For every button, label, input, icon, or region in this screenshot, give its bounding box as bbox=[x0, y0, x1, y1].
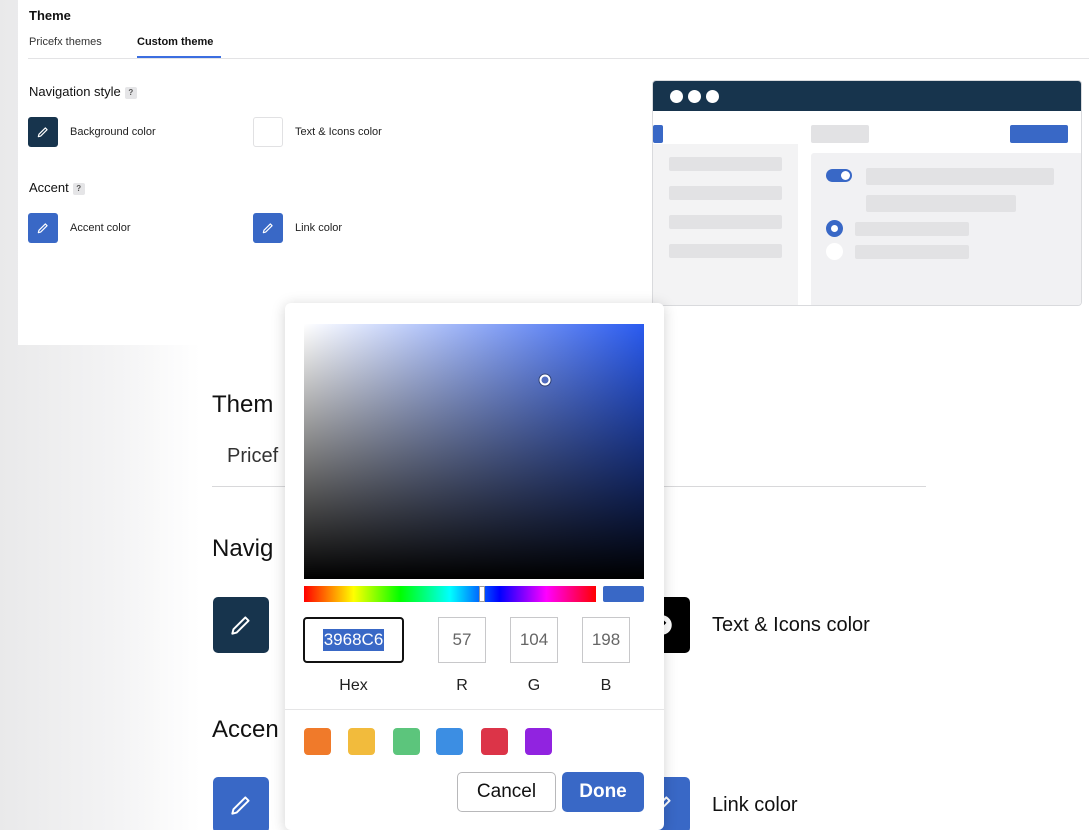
preview-sidebar-header bbox=[653, 111, 798, 144]
preview-header-block bbox=[811, 125, 869, 143]
cancel-button[interactable]: Cancel bbox=[457, 772, 556, 812]
preset-swatch-blue[interactable] bbox=[436, 728, 463, 755]
help-icon[interactable]: ? bbox=[124, 87, 137, 99]
saturation-brightness-area[interactable] bbox=[304, 324, 644, 579]
navigation-style-heading: Navigation style? bbox=[29, 84, 137, 99]
bg-tab-pricefx-themes[interactable]: Pricef bbox=[227, 445, 278, 468]
hex-value: 3968C6 bbox=[322, 629, 385, 651]
theme-preview bbox=[652, 80, 1082, 306]
color-picker-popup: 3968C6 57 104 198 Hex R G B Cancel Done bbox=[285, 303, 664, 830]
pencil-icon bbox=[262, 223, 273, 234]
preview-sidebar-item bbox=[669, 157, 782, 171]
preview-radio-unchecked-icon bbox=[826, 243, 843, 260]
text-icons-color-label: Text & Icons color bbox=[295, 126, 382, 138]
preview-radio-checked-icon bbox=[826, 220, 843, 237]
accent-color-label: Accent color bbox=[70, 222, 131, 234]
bg-text-icons-label: Text & Icons color bbox=[712, 614, 870, 636]
text-icons-color-button[interactable] bbox=[253, 117, 283, 147]
hex-label: Hex bbox=[339, 677, 368, 694]
green-label: G bbox=[527, 677, 541, 694]
accent-title: Accent bbox=[29, 180, 69, 195]
bg-accent-heading: Accen bbox=[212, 716, 279, 743]
link-color-label: Link color bbox=[295, 222, 343, 234]
bg-accent-color-button[interactable] bbox=[213, 777, 269, 830]
bg-link-color-label: Link color bbox=[712, 794, 798, 816]
tab-pricefx-themes[interactable]: Pricefx themes bbox=[29, 36, 102, 48]
blue-label: B bbox=[600, 677, 612, 694]
hue-slider[interactable] bbox=[304, 586, 596, 602]
preset-swatch-purple[interactable] bbox=[525, 728, 552, 755]
help-icon[interactable]: ? bbox=[72, 183, 85, 195]
preview-active-indicator bbox=[653, 125, 663, 143]
tab-custom-theme[interactable]: Custom theme bbox=[137, 36, 213, 48]
pencil-icon bbox=[37, 223, 48, 234]
background-color-label: Background color bbox=[70, 126, 156, 138]
theme-settings-card: Theme Pricefx themes Custom theme Naviga… bbox=[18, 0, 1089, 345]
preview-primary-button bbox=[1010, 125, 1068, 143]
accent-color-button[interactable] bbox=[28, 213, 58, 243]
hue-slider-handle[interactable] bbox=[479, 586, 486, 602]
background-color-button[interactable] bbox=[28, 117, 58, 147]
blue-input[interactable]: 198 bbox=[582, 617, 630, 663]
page-title: Theme bbox=[29, 8, 71, 23]
accent-heading: Accent? bbox=[29, 180, 85, 195]
done-button[interactable]: Done bbox=[562, 772, 644, 812]
preview-radio-label bbox=[855, 222, 969, 236]
pencil-icon bbox=[231, 796, 250, 815]
bg-section-title: Them bbox=[212, 391, 274, 418]
hex-input[interactable]: 3968C6 bbox=[303, 617, 404, 663]
preset-swatch-red[interactable] bbox=[481, 728, 508, 755]
preset-swatch-green[interactable] bbox=[393, 728, 420, 755]
link-color-button[interactable] bbox=[253, 213, 283, 243]
preview-field bbox=[866, 168, 1054, 185]
preview-field bbox=[866, 195, 1016, 212]
window-dot-icon bbox=[706, 90, 719, 103]
preset-swatch-yellow[interactable] bbox=[348, 728, 375, 755]
tabs-divider bbox=[28, 58, 1089, 59]
bg-background-color-button[interactable] bbox=[213, 597, 269, 653]
red-input[interactable]: 57 bbox=[438, 617, 486, 663]
bg-navigation-heading: Navig bbox=[212, 535, 274, 562]
window-dot-icon bbox=[670, 90, 683, 103]
window-dot-icon bbox=[688, 90, 701, 103]
saturation-handle[interactable] bbox=[539, 374, 551, 386]
current-color-swatch bbox=[603, 586, 644, 602]
green-input[interactable]: 104 bbox=[510, 617, 558, 663]
preview-sidebar-item bbox=[669, 215, 782, 229]
preview-sidebar-item bbox=[669, 186, 782, 200]
red-label: R bbox=[456, 677, 468, 694]
preset-swatch-orange[interactable] bbox=[304, 728, 331, 755]
preview-toggle-icon bbox=[826, 169, 852, 182]
tab-active-indicator bbox=[137, 56, 221, 58]
pencil-icon bbox=[231, 616, 250, 635]
pencil-icon bbox=[37, 127, 48, 138]
preview-radio-label bbox=[855, 245, 969, 259]
picker-divider bbox=[285, 709, 664, 710]
navigation-style-title: Navigation style bbox=[29, 84, 121, 99]
preview-sidebar-item bbox=[669, 244, 782, 258]
